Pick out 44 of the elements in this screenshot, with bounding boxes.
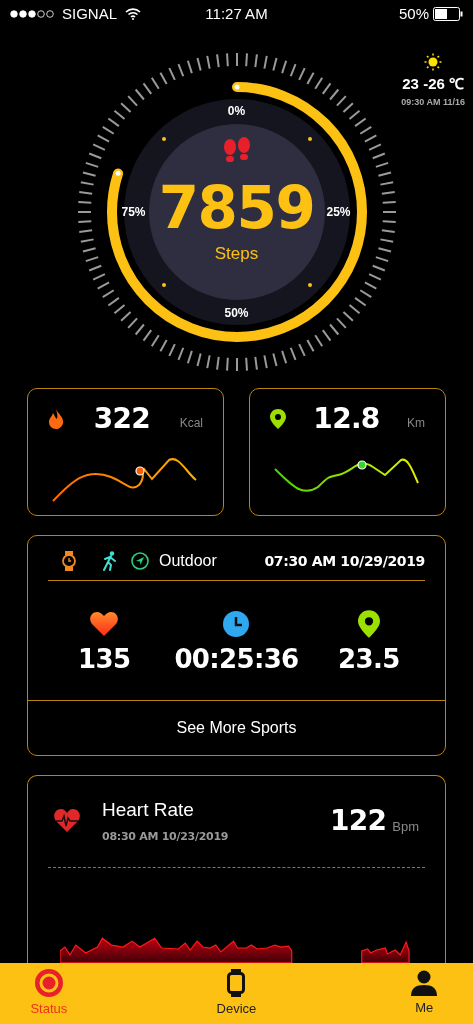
- clock-icon: [223, 610, 250, 637]
- runner-icon: [102, 551, 118, 571]
- scale-label: 25%: [326, 204, 351, 221]
- step-count: 7859: [158, 179, 315, 237]
- sun-icon: [424, 53, 443, 71]
- navigation-icon: [131, 552, 149, 570]
- step-unit: Steps: [214, 243, 259, 265]
- see-more-sports-button[interactable]: See More Sports: [28, 700, 445, 755]
- temperature-range: 23 -26 ℃: [402, 74, 464, 94]
- metric-value: 322: [93, 405, 150, 433]
- metric-unit: Kcal: [179, 415, 203, 432]
- weather-time: 09:30 AM 11/16: [401, 95, 465, 109]
- heart-rate-value: 122: [329, 802, 387, 839]
- heart-icon: [90, 611, 119, 636]
- location-pin-icon: [357, 609, 380, 638]
- watch-icon: [227, 968, 246, 997]
- metric-unit: Km: [407, 415, 425, 432]
- metric-value: 12.8: [313, 405, 380, 433]
- carrier-name: SIGNAL: [62, 3, 118, 24]
- clock-time: 11:27 AM: [205, 3, 268, 24]
- heart-rate-unit: Bpm: [392, 817, 419, 836]
- scale-label: 0%: [227, 103, 246, 120]
- battery-percent: 50%: [398, 3, 429, 24]
- sport-stat-value: 135: [78, 645, 131, 672]
- sport-stat-value: 00:25:36: [174, 645, 299, 672]
- scale-label: 75%: [121, 204, 146, 221]
- scale-label: 50%: [224, 305, 249, 322]
- wifi-icon: [125, 8, 142, 20]
- heart-rate-datetime: 08:30 AM 10/23/2019: [102, 828, 229, 845]
- tab[interactable]: Me: [375, 963, 473, 1024]
- watch-icon: [62, 551, 76, 571]
- sport-stat-value: 23.5: [338, 645, 400, 672]
- signal-strength-icon: [10, 10, 54, 18]
- sport-datetime: 07:30 AM 10/29/2019: [264, 551, 425, 571]
- footprints-icon: [223, 137, 250, 162]
- ring-icon: [34, 968, 63, 997]
- heart-rate-title: Heart Rate: [102, 798, 195, 822]
- heartbeat-icon: [54, 808, 80, 833]
- person-icon: [411, 969, 438, 996]
- sport-mode: Outdoor: [159, 551, 217, 571]
- flame-icon: [48, 409, 64, 429]
- location-pin-icon: [270, 409, 286, 429]
- tab[interactable]: Device: [157, 963, 316, 1024]
- battery-icon: [433, 7, 463, 21]
